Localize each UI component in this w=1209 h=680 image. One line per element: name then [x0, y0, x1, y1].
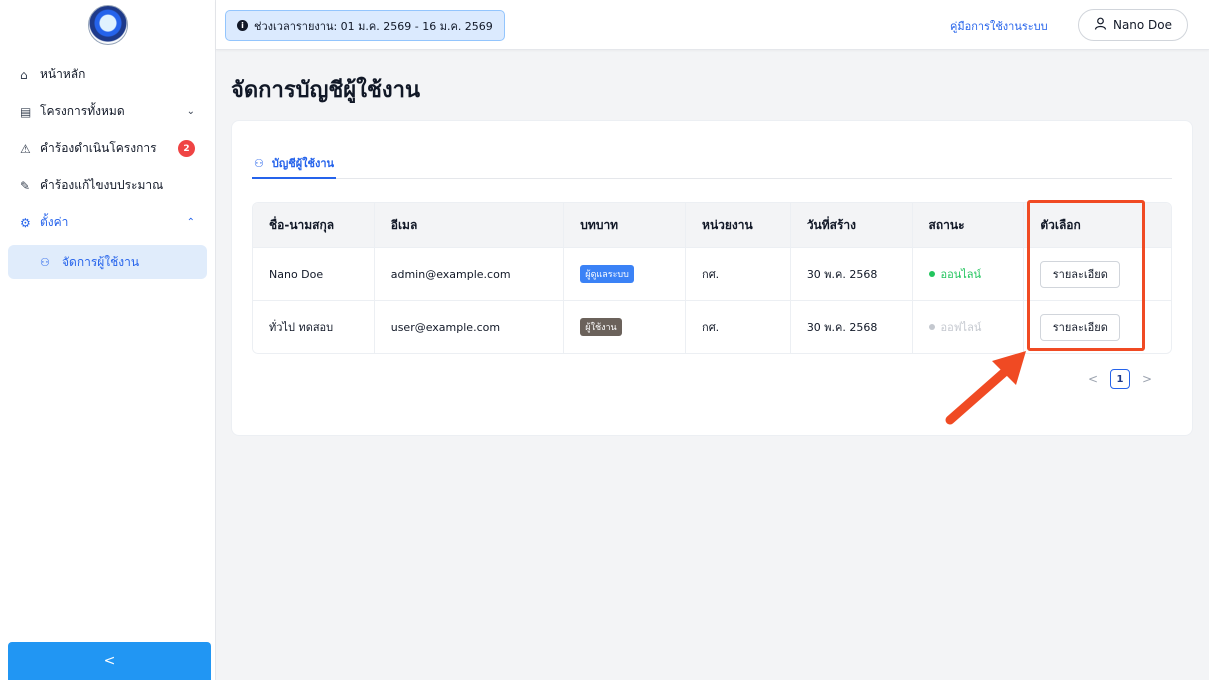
- users-table: ชื่อ-นามสกุล อีเมล บทบาท หน่วยงาน วันที่…: [252, 202, 1172, 354]
- pagination-page-1[interactable]: 1: [1110, 369, 1130, 389]
- sidebar: ⌂ หน้าหลัก ▤ โครงการทั้งหมด ⌄ ⚠ คำร้องดำ…: [0, 0, 216, 680]
- pagination: < 1 >: [1084, 369, 1156, 389]
- users-icon: ⚇: [254, 156, 264, 170]
- users-icon: ⚇: [40, 255, 50, 269]
- details-button[interactable]: รายละเอียด: [1040, 260, 1121, 288]
- sidebar-menu: ⌂ หน้าหลัก ▤ โครงการทั้งหมด ⌄ ⚠ คำร้องดำ…: [0, 56, 215, 241]
- table-header: ชื่อ-นามสกุล อีเมล บทบาท หน่วยงาน วันที่…: [253, 203, 1171, 247]
- role-badge: ผู้ใช้งาน: [580, 318, 622, 336]
- role-cell: ผู้ใช้งาน: [564, 301, 687, 353]
- user-name-cell: ทั่วไป ทดสอบ: [253, 301, 375, 353]
- sidebar-item-project-requests[interactable]: ⚠ คำร้องดำเนินโครงการ 2: [0, 130, 215, 167]
- user-email-cell: user@example.com: [375, 301, 565, 353]
- sidebar-item-home[interactable]: ⌂ หน้าหลัก: [0, 56, 215, 93]
- reporting-period-text: ช่วงเวลารายงาน: 01 ม.ค. 2569 - 16 ม.ค. 2…: [254, 19, 493, 33]
- tab-label: บัญชีผู้ใช้งาน: [271, 157, 335, 170]
- user-accounts-card: ⚇ บัญชีผู้ใช้งาน ชื่อ-นามสกุล อีเมล บทบา…: [231, 120, 1193, 436]
- sidebar-item-user-management[interactable]: ⚇ จัดการผู้ใช้งาน: [8, 245, 207, 279]
- reporting-period-banner: i ช่วงเวลารายงาน: 01 ม.ค. 2569 - 16 ม.ค.…: [225, 10, 505, 41]
- pagination-next-button[interactable]: >: [1138, 372, 1156, 386]
- sidebar-item-settings[interactable]: ⚙ ตั้งค่า ⌃: [0, 204, 215, 241]
- column-header-status: สถานะ: [913, 203, 1025, 247]
- sidebar-item-label: หน้าหลัก: [40, 67, 86, 81]
- projects-icon: ▤: [20, 104, 32, 119]
- info-icon: i: [237, 20, 248, 31]
- status-dot-icon: [928, 271, 935, 277]
- home-icon: ⌂: [20, 67, 28, 82]
- user-menu-button[interactable]: Nano Doe: [1078, 9, 1188, 41]
- user-name-cell: Nano Doe: [253, 248, 375, 300]
- sidebar-item-projects[interactable]: ▤ โครงการทั้งหมด ⌄: [0, 93, 215, 130]
- sidebar-item-label: ตั้งค่า: [40, 215, 69, 229]
- unit-cell: กศ.: [686, 301, 791, 353]
- column-header-role: บทบาท: [564, 203, 687, 247]
- user-name: Nano Doe: [1112, 18, 1173, 32]
- options-cell: รายละเอียด: [1024, 248, 1171, 300]
- sidebar-item-label: โครงการทั้งหมด: [40, 104, 125, 118]
- options-cell: รายละเอียด: [1024, 301, 1171, 353]
- user-manual-link[interactable]: คู่มือการใช้งานระบบ: [950, 17, 1048, 35]
- table-row: Nano Doe admin@example.com ผู้ดูแลระบบ ก…: [253, 247, 1171, 300]
- column-header-created: วันที่สร้าง: [791, 203, 913, 247]
- column-header-email: อีเมล: [375, 203, 565, 247]
- sidebar-item-label: คำร้องดำเนินโครงการ: [40, 141, 157, 155]
- gear-icon: ⚙: [20, 215, 31, 230]
- notification-badge: 2: [178, 140, 195, 157]
- page-title: จัดการบัญชีผู้ใช้งาน: [231, 78, 421, 103]
- unit-cell: กศ.: [686, 248, 791, 300]
- status-text: ออฟไลน์: [940, 321, 982, 334]
- status-cell: ออนไลน์: [913, 248, 1025, 300]
- status-cell: ออฟไลน์: [913, 301, 1025, 353]
- user-icon: [1094, 17, 1107, 33]
- top-bar: i ช่วงเวลารายงาน: 01 ม.ค. 2569 - 16 ม.ค.…: [216, 0, 1209, 50]
- request-icon: ⚠: [20, 141, 31, 156]
- logo-area: [0, 0, 215, 50]
- created-date-cell: 30 พ.ค. 2568: [791, 248, 913, 300]
- created-date-cell: 30 พ.ค. 2568: [791, 301, 913, 353]
- column-header-options: ตัวเลือก: [1040, 217, 1081, 232]
- chevron-down-icon: ⌄: [186, 106, 195, 117]
- role-badge: ผู้ดูแลระบบ: [580, 265, 634, 283]
- sidebar-item-label: จัดการผู้ใช้งาน: [62, 254, 140, 269]
- pagination-prev-button[interactable]: <: [1084, 372, 1102, 386]
- status-badge: ออนไลน์: [928, 265, 982, 283]
- column-header-name: ชื่อ-นามสกุล: [253, 203, 375, 247]
- sidebar-item-label: คำร้องแก้ไขงบประมาณ: [40, 178, 164, 192]
- sidebar-item-budget-requests[interactable]: ✎ คำร้องแก้ไขงบประมาณ: [0, 167, 215, 204]
- role-cell: ผู้ดูแลระบบ: [564, 248, 687, 300]
- details-button[interactable]: รายละเอียด: [1040, 313, 1121, 341]
- sidebar-collapse-button[interactable]: <: [8, 642, 211, 680]
- table-row: ทั่วไป ทดสอบ user@example.com ผู้ใช้งาน …: [253, 300, 1171, 353]
- tab-bar: ⚇ บัญชีผู้ใช้งาน: [252, 149, 1172, 179]
- status-text: ออนไลน์: [940, 268, 982, 281]
- status-badge: ออฟไลน์: [928, 318, 982, 336]
- organization-logo[interactable]: [87, 5, 128, 45]
- column-header-unit: หน่วยงาน: [686, 203, 791, 247]
- tab-user-accounts[interactable]: ⚇ บัญชีผู้ใช้งาน: [252, 149, 337, 179]
- edit-icon: ✎: [20, 178, 31, 193]
- status-dot-icon: [928, 324, 935, 330]
- chevron-up-icon: ⌃: [186, 217, 195, 228]
- user-email-cell: admin@example.com: [375, 248, 565, 300]
